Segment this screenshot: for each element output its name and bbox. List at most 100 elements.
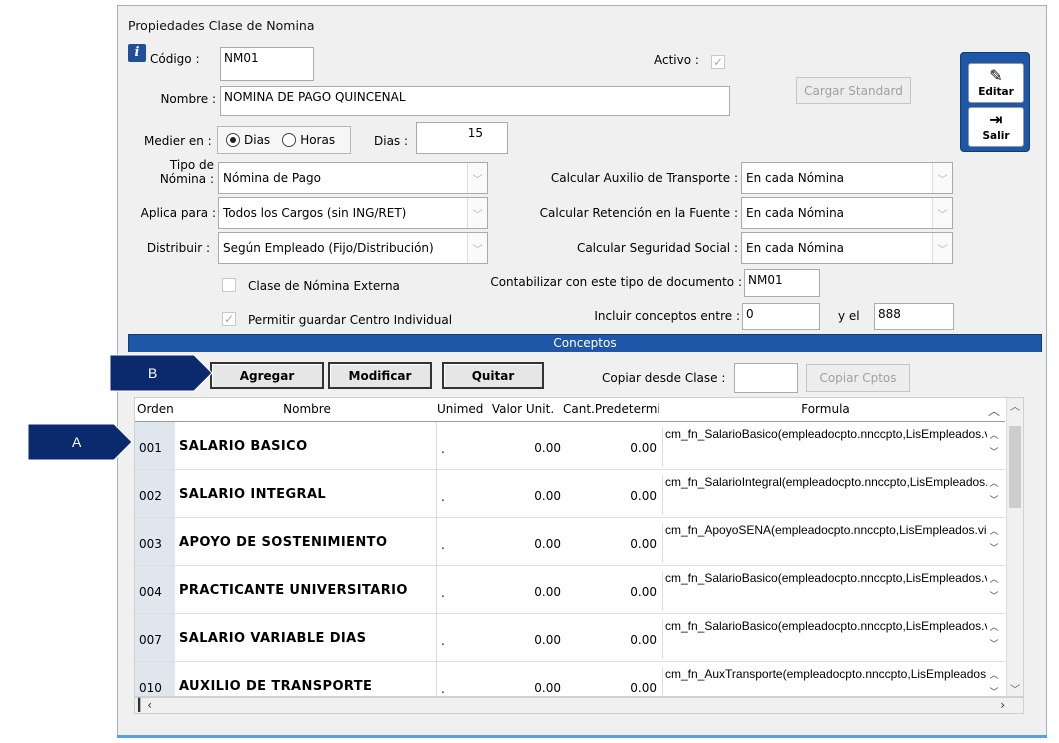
- cell-valor: 0.00: [534, 537, 561, 551]
- radio-horas-label: Horas: [300, 133, 336, 147]
- horizontal-scrollbar[interactable]: ▎‹ ›: [134, 697, 1024, 714]
- cell-unimed: .: [436, 518, 486, 565]
- chevron-down-icon[interactable]: ﹀: [467, 198, 487, 228]
- window-title: Propiedades Clase de Nomina: [128, 18, 315, 33]
- quitar-button[interactable]: Quitar: [442, 362, 544, 389]
- cell-orden: 003: [135, 518, 175, 565]
- cell-orden: 010: [135, 662, 175, 696]
- table-row[interactable]: 002 SALARIO INTEGRAL . 0.00 0.00 cm_fn_S…: [135, 470, 1005, 518]
- cell-scroll-icon[interactable]: ︿ ﹀: [987, 428, 1001, 462]
- codigo-label: Código :: [150, 52, 200, 66]
- externa-checkbox[interactable]: [222, 278, 236, 292]
- aux-select[interactable]: En cada Nómina ﹀: [741, 162, 953, 194]
- chevron-down-icon[interactable]: ﹀: [932, 198, 952, 228]
- centro-checkbox[interactable]: ✓: [222, 312, 236, 326]
- cell-formula[interactable]: cm_fn_SalarioBasico(empleadocpto.nnccpto…: [662, 427, 987, 467]
- salir-label: Salir: [982, 130, 1010, 142]
- dias-label: Dias :: [374, 134, 409, 148]
- cell-scroll-icon[interactable]: ︿ ﹀: [987, 668, 1001, 696]
- callout-a-label: A: [72, 434, 82, 450]
- dias-input[interactable]: 15: [416, 122, 508, 154]
- scroll-left-icon[interactable]: ▎‹: [138, 698, 152, 712]
- seg-select[interactable]: En cada Nómina ﹀: [741, 232, 953, 264]
- col-cant[interactable]: Cant.Predetermi: [563, 402, 659, 416]
- cell-scroll-icon[interactable]: ︿ ﹀: [987, 572, 1001, 606]
- activo-checkbox[interactable]: ✓: [711, 55, 725, 69]
- copiar-input[interactable]: [734, 363, 798, 393]
- chevron-down-icon[interactable]: ﹀: [467, 163, 487, 193]
- chevron-down-icon[interactable]: ﹀: [467, 233, 487, 263]
- cell-unimed: .: [436, 470, 486, 517]
- table-row[interactable]: 007 SALARIO VARIABLE DIAS . 0.00 0.00 cm…: [135, 614, 1005, 662]
- scroll-right-icon[interactable]: ›: [1000, 698, 1005, 712]
- distribuir-select-value: Según Empleado (Fijo/Distribución): [223, 241, 434, 255]
- scroll-up-icon[interactable]: ︿: [1007, 398, 1023, 413]
- info-icon[interactable]: i: [128, 44, 146, 62]
- vertical-scrollbar[interactable]: ︿ ﹀: [1006, 398, 1023, 696]
- ret-select[interactable]: En cada Nómina ﹀: [741, 197, 953, 229]
- cell-valor: 0.00: [534, 441, 561, 455]
- distribuir-label: Distribuir :: [146, 241, 210, 255]
- cell-scroll-icon[interactable]: ︿ ﹀: [987, 476, 1001, 510]
- col-formula[interactable]: Formula: [663, 402, 988, 416]
- table-row[interactable]: 001 SALARIO BASICO . 0.00 0.00 cm_fn_Sal…: [135, 422, 1005, 470]
- cell-valor: 0.00: [534, 681, 561, 695]
- edit-icon: ✎: [989, 66, 1003, 85]
- agregar-button[interactable]: Agregar: [210, 362, 324, 389]
- cell-orden: 007: [135, 614, 175, 661]
- tipo-select[interactable]: Nómina de Pago ﹀: [218, 162, 488, 194]
- editar-button[interactable]: ✎ Editar: [968, 63, 1024, 103]
- cargar-standard-button[interactable]: Cargar Standard: [796, 77, 911, 104]
- scroll-down-icon[interactable]: ﹀: [1007, 681, 1023, 696]
- cell-nombre: APOYO DE SOSTENIMIENTO: [179, 535, 388, 550]
- ret-label: Calcular Retención en la Fuente :: [539, 206, 738, 220]
- cell-cant: 0.00: [630, 585, 657, 599]
- col-nombre[interactable]: Nombre: [179, 402, 435, 416]
- chevron-up-icon[interactable]: ︿: [987, 402, 1001, 419]
- cell-formula[interactable]: cm_fn_ApoyoSENA(empleadocpto.nnccpto,Lis…: [662, 523, 987, 563]
- table-row[interactable]: 003 APOYO DE SOSTENIMIENTO . 0.00 0.00 c…: [135, 518, 1005, 566]
- cell-formula[interactable]: cm_fn_SalarioIntegral(empleadocpto.nnccp…: [662, 475, 987, 515]
- col-orden[interactable]: Orden: [137, 402, 177, 416]
- contab-input[interactable]: NM01: [744, 269, 820, 297]
- chevron-down-icon[interactable]: ﹀: [932, 163, 952, 193]
- cell-cant: 0.00: [630, 441, 657, 455]
- cell-unimed: .: [436, 662, 486, 696]
- cell-nombre: SALARIO VARIABLE DIAS: [179, 631, 367, 646]
- cell-scroll-icon[interactable]: ︿ ﹀: [987, 524, 1001, 558]
- modificar-button[interactable]: Modificar: [328, 362, 432, 389]
- cell-nombre: PRACTICANTE UNIVERSITARIO: [179, 583, 408, 598]
- col-valor[interactable]: Valor Unit.: [487, 402, 559, 416]
- cell-orden: 004: [135, 566, 175, 613]
- tipo-select-value: Nómina de Pago: [223, 171, 321, 185]
- cell-valor: 0.00: [534, 489, 561, 503]
- cell-cant: 0.00: [630, 633, 657, 647]
- radio-dias[interactable]: [226, 133, 240, 147]
- table-row[interactable]: 004 PRACTICANTE UNIVERSITARIO . 0.00 0.0…: [135, 566, 1005, 614]
- table-row[interactable]: 010 AUXILIO DE TRANSPORTE . 0.00 0.00 cm…: [135, 662, 1005, 696]
- cell-formula[interactable]: cm_fn_SalarioBasico(empleadocpto.nnccpto…: [662, 619, 987, 659]
- cell-formula[interactable]: cm_fn_AuxTransporte(empleadocpto.nnccpto…: [662, 667, 987, 696]
- incluir-from-input[interactable]: 0: [742, 303, 820, 330]
- codigo-input[interactable]: NM01: [220, 47, 314, 81]
- aplica-select-value: Todos los Cargos (sin ING/RET): [223, 206, 407, 220]
- cell-valor: 0.00: [534, 633, 561, 647]
- chevron-down-icon[interactable]: ﹀: [932, 233, 952, 263]
- cell-cant: 0.00: [630, 489, 657, 503]
- cell-formula[interactable]: cm_fn_SalarioBasico(empleadocpto.nnccpto…: [662, 571, 987, 611]
- cell-scroll-icon[interactable]: ︿ ﹀: [987, 620, 1001, 654]
- aplica-select[interactable]: Todos los Cargos (sin ING/RET) ﹀: [218, 197, 488, 229]
- grid-header: Orden Nombre Unimed Valor Unit. Cant.Pre…: [135, 398, 1005, 422]
- nombre-input[interactable]: NOMINA DE PAGO QUINCENAL: [220, 86, 730, 116]
- incluir-to-input[interactable]: 888: [874, 303, 954, 330]
- toolbar-panel: ✎ Editar ⇥ Salir: [960, 52, 1030, 152]
- distribuir-select[interactable]: Según Empleado (Fijo/Distribución) ﹀: [218, 232, 488, 264]
- radio-horas[interactable]: [282, 133, 297, 147]
- scroll-thumb[interactable]: [1009, 426, 1021, 508]
- salir-button[interactable]: ⇥ Salir: [968, 107, 1024, 147]
- medir-label: Medier en :: [144, 134, 212, 148]
- cell-unimed: .: [436, 614, 486, 661]
- copiar-cptos-button[interactable]: Copiar Cptos: [806, 364, 910, 392]
- col-unimed[interactable]: Unimed: [437, 402, 485, 416]
- radio-dias-label: Dias: [244, 133, 271, 147]
